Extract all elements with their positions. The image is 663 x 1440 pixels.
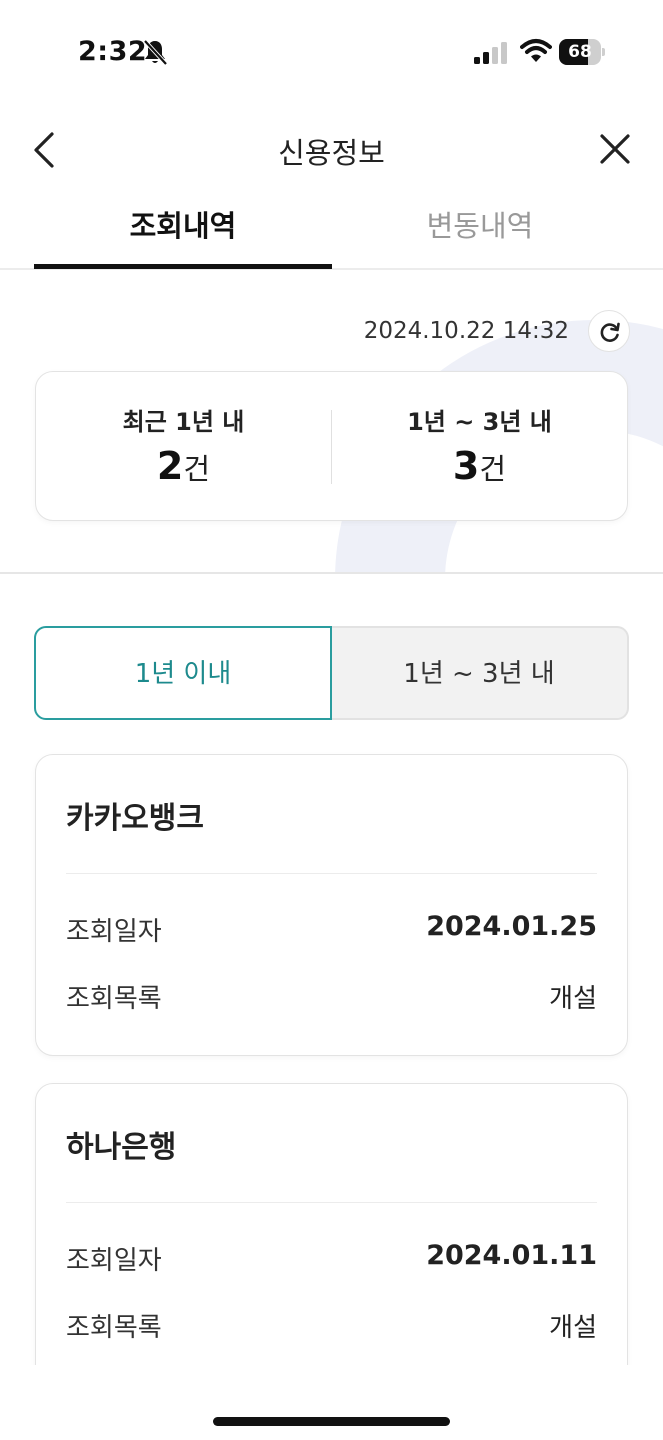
nav-header: 신용정보 bbox=[0, 110, 663, 190]
inquiry-summary-card: 최근 1년 내 2건 1년 ~ 3년 내 3건 bbox=[35, 371, 628, 521]
summary-label: 최근 1년 내 bbox=[122, 408, 245, 436]
count-unit: 건 bbox=[183, 452, 211, 486]
last-updated-timestamp: 2024.10.22 14:32 bbox=[363, 318, 569, 344]
inquiry-record-card[interactable]: 하나은행 조회일자 2024.01.11 조회목록 개설 bbox=[35, 1083, 628, 1385]
inquiry-date-label: 조회일자 bbox=[66, 917, 162, 947]
institution-name: 카카오뱅크 bbox=[66, 801, 204, 836]
inquiry-date-label: 조회일자 bbox=[66, 1246, 162, 1276]
count-number: 3 bbox=[452, 444, 480, 488]
segment-within-1-year[interactable]: 1년 이내 bbox=[34, 626, 332, 720]
summary-count: 3건 bbox=[332, 444, 627, 488]
inquiry-date-value: 2024.01.11 bbox=[426, 1240, 597, 1271]
summary-1-to-3-years: 1년 ~ 3년 내 3건 bbox=[332, 372, 627, 522]
divider bbox=[66, 1202, 597, 1203]
home-indicator[interactable] bbox=[213, 1417, 450, 1426]
battery-indicator: 68 bbox=[559, 39, 605, 65]
tab-inquiry-history[interactable]: 조회내역 bbox=[34, 190, 332, 269]
refresh-icon bbox=[600, 322, 620, 342]
inquiry-purpose-row: 조회목록 개설 bbox=[66, 1307, 597, 1343]
summary-recent-1-year: 최근 1년 내 2건 bbox=[36, 372, 331, 522]
inquiry-purpose-row: 조회목록 개설 bbox=[66, 978, 597, 1014]
inquiry-record-card[interactable]: 카카오뱅크 조회일자 2024.01.25 조회목록 개설 bbox=[35, 754, 628, 1056]
divider bbox=[66, 873, 597, 874]
inquiry-date-value: 2024.01.25 bbox=[426, 911, 597, 942]
bell-off-icon bbox=[143, 39, 168, 66]
status-time: 2:32 bbox=[78, 36, 148, 67]
cellular-signal-icon bbox=[474, 42, 507, 64]
battery-level: 68 bbox=[568, 42, 592, 62]
status-bar: 2:32 68 bbox=[0, 0, 663, 100]
inquiry-purpose-value: 개설 bbox=[549, 984, 597, 1014]
summary-count: 2건 bbox=[36, 444, 331, 488]
inquiry-date-row: 조회일자 2024.01.25 bbox=[66, 911, 597, 947]
summary-label: 1년 ~ 3년 내 bbox=[407, 408, 552, 436]
inquiry-purpose-label: 조회목록 bbox=[66, 1313, 162, 1343]
inquiry-purpose-value: 개설 bbox=[549, 1313, 597, 1343]
tab-change-history[interactable]: 변동내역 bbox=[331, 190, 629, 270]
page-title: 신용정보 bbox=[278, 136, 385, 170]
summary-section: 2024.10.22 14:32 최근 1년 내 2건 1년 ~ 3년 내 3건 bbox=[0, 270, 663, 574]
refresh-button[interactable] bbox=[588, 310, 630, 352]
tab-bar: 조회내역 변동내역 bbox=[0, 190, 663, 270]
count-unit: 건 bbox=[479, 452, 507, 486]
wifi-icon bbox=[520, 39, 552, 62]
period-segmented-control: 1년 이내 1년 ~ 3년 내 bbox=[34, 626, 629, 720]
inquiry-purpose-label: 조회목록 bbox=[66, 984, 162, 1014]
institution-name: 하나은행 bbox=[66, 1130, 177, 1165]
inquiry-date-row: 조회일자 2024.01.11 bbox=[66, 1240, 597, 1276]
segment-1-to-3-years[interactable]: 1년 ~ 3년 내 bbox=[331, 626, 629, 720]
bottom-safe-area bbox=[0, 1365, 663, 1440]
count-number: 2 bbox=[156, 444, 184, 488]
close-icon[interactable] bbox=[598, 132, 632, 166]
